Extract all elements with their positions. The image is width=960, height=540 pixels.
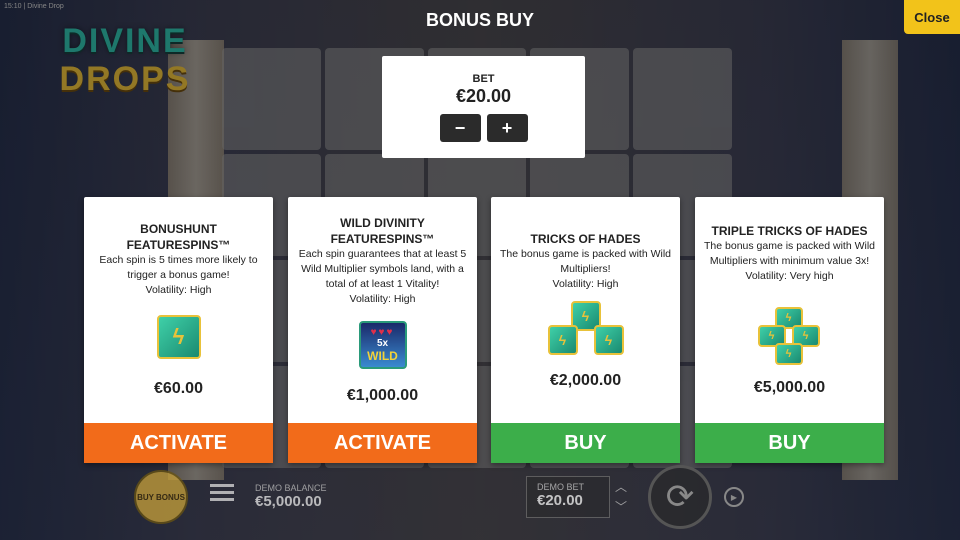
buy-button[interactable]: BUY [491,423,680,463]
activate-button[interactable]: ACTIVATE [84,423,273,463]
demo-balance: DEMO BALANCE €5,000.00 [255,483,327,510]
card-price: €2,000.00 [549,372,622,389]
buy-button[interactable]: BUY [695,423,884,463]
card-volatility: Volatility: High [349,293,416,305]
card-volatility: Volatility: High [552,278,619,290]
bonus-card-tricks-of-hades: TRICKS OF HADES The bonus game is packed… [491,197,680,463]
chevron-down-icon[interactable]: ﹀ [615,498,627,515]
balance-value: €5,000.00 [255,493,322,510]
zeus-symbol-icon: ϟ [156,315,201,359]
wild-multiplier-value: 5x [376,338,389,349]
wild-multiplier-icon: ♥♥♥ 5x WILD [358,321,407,369]
triple-zeus-symbol-icon: ϟ ϟ ϟ [546,301,626,361]
card-title: TRIPLE TRICKS OF HADES [711,224,868,238]
bonus-card-triple-tricks: TRIPLE TRICKS OF HADES The bonus game is… [695,197,884,463]
demo-bet-value: €20.00 [537,492,583,509]
card-description: Each spin guarantees that at least 5 Wil… [298,248,467,290]
balance-label: DEMO BALANCE [255,483,327,493]
decrease-bet-button[interactable]: − [439,114,481,142]
spin-icon: ⟳ [665,478,695,516]
card-description: Each spin is 5 times more likely to trig… [99,254,258,281]
bet-controls: − + [382,114,585,142]
bottom-bar: BUY BONUS DEMO BALANCE €5,000.00 DEMO BE… [0,465,960,540]
card-title: WILD DIVINITY FEATURESPINS™ [330,216,435,246]
bonus-cards: BONUSHUNT FEATURESPINS™ Each spin is 5 t… [84,197,884,463]
card-title: BONUSHUNT FEATURESPINS™ [126,222,231,252]
close-button[interactable]: Close [904,0,960,34]
spin-button[interactable]: ⟳ [648,465,712,529]
card-description: The bonus game is packed with Wild Multi… [500,248,671,275]
menu-icon[interactable] [210,484,234,502]
bet-value: €20.00 [455,86,512,106]
increase-bet-button[interactable]: + [486,114,528,142]
bonus-card-bonushunt: BONUSHUNT FEATURESPINS™ Each spin is 5 t… [84,197,273,463]
card-volatility: Volatility: Very high [745,270,834,282]
card-price: €1,000.00 [346,387,419,404]
buy-bonus-button[interactable]: BUY BONUS [134,470,188,524]
demo-bet: DEMO BET €20.00 [526,476,610,518]
card-description: The bonus game is packed with Wild Multi… [704,240,875,267]
cross-zeus-symbol-icon: ϟ ϟ ϟ ϟ [757,307,822,367]
bet-label: BET [472,73,495,85]
activate-button[interactable]: ACTIVATE [288,423,477,463]
page-title: BONUS BUY [425,10,534,30]
card-price: €5,000.00 [753,379,826,396]
wild-label: WILD [367,349,398,363]
card-title: TRICKS OF HADES [530,232,641,246]
bonus-card-wild-divinity: WILD DIVINITY FEATURESPINS™ Each spin gu… [288,197,477,463]
card-volatility: Volatility: High [145,284,212,296]
chevron-up-icon[interactable]: ︿ [615,478,627,495]
demo-bet-label: DEMO BET [537,482,585,492]
autoplay-icon[interactable]: ▶ [724,487,744,507]
card-price: €60.00 [154,380,203,397]
bet-panel: BET €20.00 − + [382,56,585,158]
